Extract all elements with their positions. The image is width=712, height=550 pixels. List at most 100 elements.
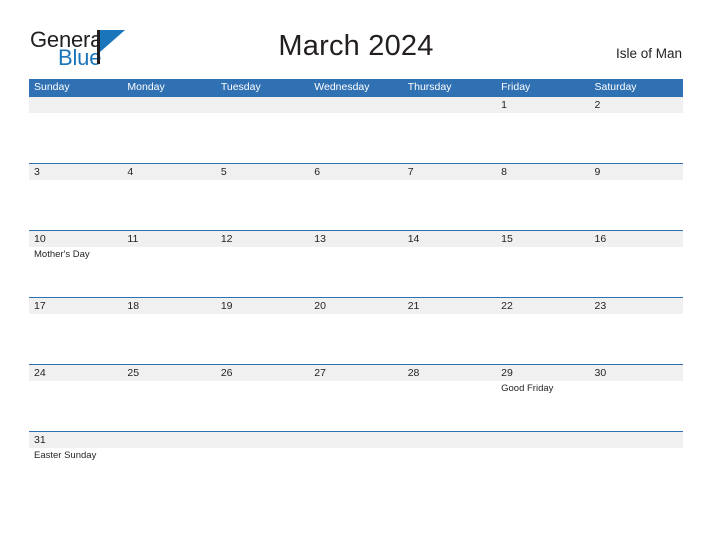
event-cell[interactable] (309, 448, 402, 498)
day-cell[interactable] (122, 97, 215, 113)
event-cell[interactable] (496, 180, 589, 230)
day-cell[interactable]: 30 (590, 365, 683, 381)
day-number: 22 (501, 300, 513, 312)
day-number: 20 (314, 300, 326, 312)
event-cell[interactable] (216, 448, 309, 498)
event-cell[interactable] (309, 113, 402, 163)
event-cell[interactable] (590, 381, 683, 431)
event-cell[interactable] (496, 113, 589, 163)
event-cell[interactable] (216, 247, 309, 297)
event-cell[interactable]: Easter Sunday (29, 448, 122, 498)
event-cell[interactable] (590, 448, 683, 498)
day-cell[interactable] (309, 97, 402, 113)
day-cell[interactable]: 13 (309, 231, 402, 247)
event-cell[interactable] (29, 381, 122, 431)
day-cell[interactable]: 18 (122, 298, 215, 314)
day-cell[interactable]: 8 (496, 164, 589, 180)
day-cell[interactable]: 12 (216, 231, 309, 247)
event-cell[interactable] (403, 113, 496, 163)
day-number: 23 (594, 300, 607, 312)
day-number: 27 (314, 367, 326, 379)
day-cell[interactable]: 6 (309, 164, 402, 180)
day-cell[interactable]: 24 (29, 365, 122, 381)
day-cell[interactable]: 16 (590, 231, 683, 247)
week-date-band: 3 4 5 6 7 8 9 (29, 164, 683, 180)
week-date-band: 17 18 19 20 21 22 23 (29, 298, 683, 314)
event-cell[interactable] (496, 314, 589, 364)
day-cell[interactable]: 14 (403, 231, 496, 247)
event-cell[interactable] (122, 247, 215, 297)
event-cell[interactable] (216, 381, 309, 431)
day-cell[interactable]: 22 (496, 298, 589, 314)
day-number: 10 (34, 233, 46, 245)
day-cell[interactable]: 7 (403, 164, 496, 180)
event-cell[interactable] (309, 314, 402, 364)
day-cell[interactable] (122, 432, 215, 448)
event-cell[interactable] (216, 314, 309, 364)
day-number: 11 (127, 233, 139, 245)
weekday-header-monday: Monday (127, 81, 165, 93)
event-cell[interactable] (29, 113, 122, 163)
event-cell[interactable] (122, 113, 215, 163)
event-cell[interactable] (216, 113, 309, 163)
day-cell[interactable]: 5 (216, 164, 309, 180)
event-cell[interactable] (496, 448, 589, 498)
day-cell[interactable]: 2 (590, 97, 683, 113)
week-event-band (29, 180, 683, 230)
weekday-header-friday: Friday (501, 81, 531, 93)
day-cell[interactable] (216, 432, 309, 448)
day-cell[interactable] (216, 97, 309, 113)
day-cell[interactable]: 9 (590, 164, 683, 180)
event-cell[interactable] (496, 247, 589, 297)
day-cell[interactable] (309, 432, 402, 448)
event-cell[interactable] (29, 314, 122, 364)
event-cell[interactable] (590, 314, 683, 364)
event-cell[interactable] (309, 381, 402, 431)
day-number: 31 (34, 434, 46, 446)
day-cell[interactable] (590, 432, 683, 448)
event-cell[interactable] (122, 314, 215, 364)
event-cell[interactable]: Good Friday (496, 381, 589, 431)
event-label: Easter Sunday (34, 450, 97, 461)
event-cell[interactable] (403, 314, 496, 364)
day-cell[interactable]: 31 (29, 432, 122, 448)
day-cell[interactable]: 19 (216, 298, 309, 314)
event-cell[interactable] (403, 247, 496, 297)
day-cell[interactable]: 10 (29, 231, 122, 247)
day-cell[interactable]: 25 (122, 365, 215, 381)
day-cell[interactable]: 27 (309, 365, 402, 381)
day-cell[interactable] (403, 432, 496, 448)
event-cell[interactable] (122, 381, 215, 431)
event-cell[interactable] (403, 448, 496, 498)
event-label: Mother's Day (34, 249, 90, 260)
calendar-week-row: 24 25 26 27 28 29 30 Good Friday (29, 364, 683, 431)
day-cell[interactable]: 26 (216, 365, 309, 381)
event-cell[interactable] (590, 180, 683, 230)
event-cell[interactable] (590, 247, 683, 297)
day-cell[interactable]: 15 (496, 231, 589, 247)
event-cell[interactable]: Mother's Day (29, 247, 122, 297)
event-cell[interactable] (309, 247, 402, 297)
day-cell[interactable]: 28 (403, 365, 496, 381)
day-cell[interactable]: 17 (29, 298, 122, 314)
event-cell[interactable] (403, 381, 496, 431)
event-cell[interactable] (29, 180, 122, 230)
day-cell[interactable]: 3 (29, 164, 122, 180)
day-cell[interactable]: 20 (309, 298, 402, 314)
day-cell[interactable] (496, 432, 589, 448)
day-cell[interactable]: 29 (496, 365, 589, 381)
day-cell[interactable]: 4 (122, 164, 215, 180)
day-cell[interactable] (29, 97, 122, 113)
event-cell[interactable] (403, 180, 496, 230)
event-cell[interactable] (590, 113, 683, 163)
event-cell[interactable] (216, 180, 309, 230)
week-event-band: Easter Sunday (29, 448, 683, 498)
day-cell[interactable]: 1 (496, 97, 589, 113)
event-cell[interactable] (122, 180, 215, 230)
day-cell[interactable] (403, 97, 496, 113)
event-cell[interactable] (309, 180, 402, 230)
day-cell[interactable]: 21 (403, 298, 496, 314)
day-cell[interactable]: 11 (122, 231, 215, 247)
event-cell[interactable] (122, 448, 215, 498)
day-cell[interactable]: 23 (590, 298, 683, 314)
